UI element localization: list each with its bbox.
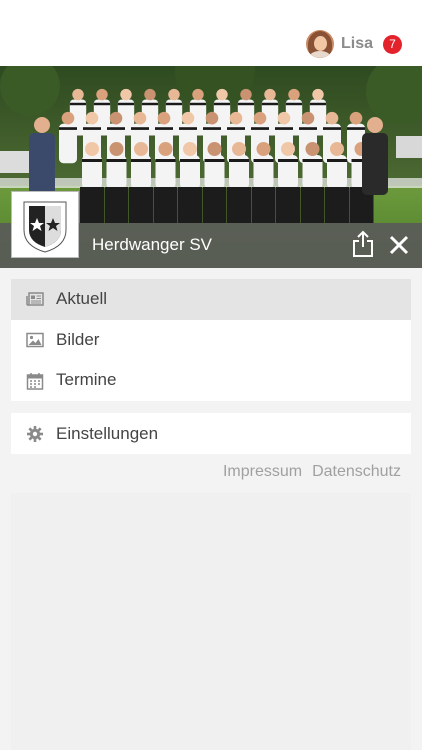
top-bar: Lisa 7 [0, 0, 422, 66]
content-area [11, 493, 411, 750]
menu-item-label: Einstellungen [56, 423, 159, 443]
club-logo [11, 191, 79, 258]
notification-badge[interactable]: 7 [383, 34, 402, 54]
close-icon[interactable] [388, 234, 410, 256]
user-name[interactable]: Lisa [341, 35, 373, 53]
menu-item-termine[interactable]: Termine [11, 360, 411, 401]
share-icon[interactable] [351, 230, 375, 258]
image-icon [26, 332, 44, 348]
menu-item-label: Aktuell [56, 289, 108, 309]
impressum-link[interactable]: Impressum [223, 463, 302, 481]
calendar-icon [26, 372, 44, 390]
main-menu: Aktuell Bilder Termine [11, 279, 411, 401]
club-name: Herdwanger SV [92, 235, 213, 254]
menu-item-bilder[interactable]: Bilder [11, 320, 411, 361]
menu-item-label: Bilder [56, 329, 100, 349]
menu-item-einstellungen[interactable]: Einstellungen [11, 413, 411, 454]
gear-icon [26, 425, 44, 442]
user-profile[interactable]: Lisa 7 [305, 30, 402, 58]
menu-item-aktuell[interactable]: Aktuell [11, 279, 411, 320]
datenschutz-link[interactable]: Datenschutz [312, 463, 401, 481]
avatar[interactable] [305, 30, 334, 58]
footer-links: Impressum Datenschutz [223, 463, 401, 481]
menu-item-label: Termine [56, 370, 117, 390]
newspaper-icon [26, 291, 44, 307]
